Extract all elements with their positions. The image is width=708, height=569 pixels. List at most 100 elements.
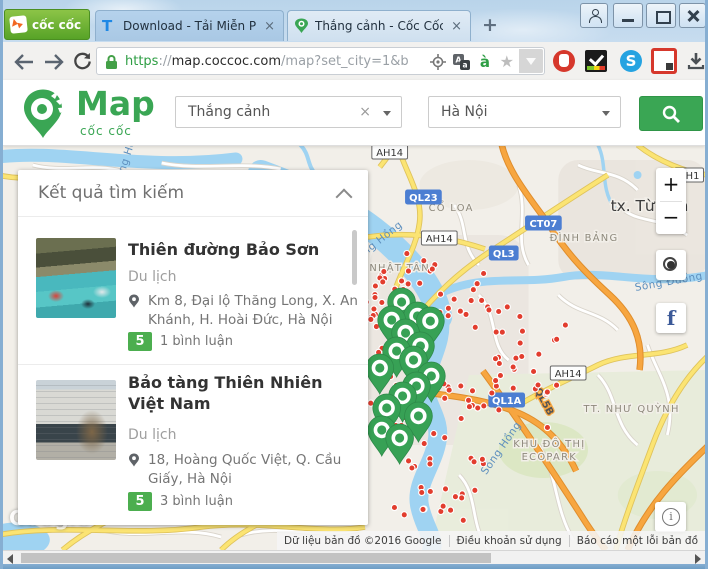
red-place-marker[interactable] <box>451 493 460 501</box>
back-button[interactable] <box>11 49 37 74</box>
red-place-marker[interactable] <box>561 321 570 329</box>
result-thumbnail[interactable] <box>36 380 116 460</box>
red-place-marker[interactable] <box>470 458 478 466</box>
city-dropdown-caret-icon[interactable] <box>602 111 610 116</box>
review-count[interactable]: 1 bình luận <box>160 332 233 351</box>
map-info-button[interactable]: i <box>655 502 686 532</box>
facebook-share-button[interactable]: f <box>656 303 686 333</box>
collapse-panel-chevron-icon[interactable] <box>335 188 353 206</box>
red-place-marker[interactable] <box>552 381 561 389</box>
search-dropdown-caret-icon[interactable] <box>383 111 391 116</box>
red-place-marker[interactable] <box>441 485 450 493</box>
clear-search-icon[interactable]: × <box>359 104 371 120</box>
terms-of-use-link[interactable]: Điều khoản sử dụng <box>450 535 569 547</box>
red-place-marker[interactable] <box>465 403 474 411</box>
red-place-marker[interactable] <box>404 267 413 275</box>
red-place-marker[interactable] <box>416 279 424 287</box>
downloads-button[interactable] <box>683 48 705 74</box>
red-place-marker[interactable] <box>498 328 506 336</box>
tab-download[interactable]: T Download - Tải Miễn Phí V × <box>95 10 284 41</box>
red-place-marker[interactable] <box>404 280 412 288</box>
red-place-marker[interactable] <box>457 382 465 390</box>
maximize-button[interactable] <box>646 3 676 28</box>
search-input[interactable]: Thắng cảnh × <box>175 96 402 128</box>
red-place-marker[interactable] <box>518 327 527 335</box>
red-place-marker[interactable] <box>367 315 375 324</box>
minimize-button[interactable] <box>613 3 643 28</box>
red-place-marker[interactable] <box>426 460 434 468</box>
panel-scrollbar-thumb[interactable] <box>352 230 357 285</box>
red-place-marker[interactable] <box>468 387 477 395</box>
map-canvas[interactable]: CỔ LOA ĐÌNH BẢNG NHẬT TÂN TT. NHƯ QUỲNH KHU … <box>3 145 705 550</box>
red-place-marker[interactable] <box>543 423 552 432</box>
result-title[interactable]: Thiên đường Bảo Sơn <box>128 240 346 261</box>
red-place-marker[interactable] <box>491 376 500 385</box>
red-place-marker[interactable] <box>492 328 500 336</box>
red-place-marker[interactable] <box>459 516 467 524</box>
red-place-marker[interactable] <box>518 352 526 361</box>
url-text[interactable]: https://map.coccoc.com/map?set_city=1&b <box>125 54 409 69</box>
red-place-marker[interactable] <box>450 295 458 303</box>
scroll-left-arrow-icon[interactable] <box>7 554 13 564</box>
red-place-marker[interactable] <box>378 298 386 307</box>
red-place-marker[interactable] <box>436 290 445 298</box>
forward-button[interactable] <box>41 49 67 74</box>
red-place-marker[interactable] <box>467 296 475 305</box>
red-place-marker[interactable] <box>400 511 408 519</box>
red-place-marker[interactable] <box>457 414 465 423</box>
red-place-marker[interactable] <box>512 354 520 362</box>
red-place-marker[interactable] <box>473 280 481 288</box>
red-place-marker[interactable] <box>478 455 487 463</box>
red-place-marker[interactable] <box>534 381 542 389</box>
red-place-marker[interactable] <box>495 307 503 316</box>
adblock-extension-button[interactable] <box>551 48 577 74</box>
red-place-marker[interactable] <box>428 265 436 273</box>
red-place-marker[interactable] <box>543 388 551 396</box>
red-place-marker[interactable] <box>496 371 505 380</box>
red-place-marker[interactable] <box>485 306 493 314</box>
red-place-marker[interactable] <box>474 404 482 412</box>
red-place-marker[interactable] <box>535 350 543 358</box>
red-place-marker[interactable] <box>439 502 447 510</box>
red-place-marker[interactable] <box>495 359 503 368</box>
red-place-marker[interactable] <box>495 406 503 414</box>
red-place-marker[interactable] <box>516 339 524 347</box>
red-place-marker[interactable] <box>480 402 488 410</box>
red-place-marker[interactable] <box>404 457 413 465</box>
city-input[interactable]: Hà Nội <box>428 96 621 128</box>
red-place-marker[interactable] <box>503 303 511 311</box>
red-place-marker[interactable] <box>462 310 470 319</box>
red-place-marker[interactable] <box>371 293 379 302</box>
profile-button[interactable] <box>580 3 608 28</box>
red-place-marker[interactable] <box>464 396 473 404</box>
red-place-marker[interactable] <box>420 439 428 448</box>
horizontal-scrollbar[interactable] <box>3 550 705 564</box>
red-place-marker[interactable] <box>509 384 517 392</box>
red-place-marker[interactable] <box>370 305 378 313</box>
my-location-button[interactable] <box>656 250 686 280</box>
red-place-marker[interactable] <box>380 267 388 276</box>
red-place-marker[interactable] <box>441 434 449 442</box>
red-place-marker[interactable] <box>419 505 427 514</box>
browser-menu-button[interactable]: cốc cốc <box>4 9 90 40</box>
bookmark-star-icon[interactable]: ★ <box>500 52 514 71</box>
result-thumbnail[interactable] <box>36 238 116 318</box>
save-dropdown-button[interactable] <box>519 49 543 73</box>
red-place-marker[interactable] <box>456 307 465 315</box>
close-button[interactable] <box>679 3 705 28</box>
red-place-marker[interactable] <box>458 494 466 502</box>
red-place-marker[interactable] <box>445 386 453 394</box>
zoom-in-button[interactable]: + <box>656 168 686 201</box>
red-place-marker[interactable] <box>444 304 453 312</box>
search-button[interactable] <box>639 96 703 131</box>
red-place-marker[interactable] <box>509 363 517 371</box>
tab-close-icon[interactable]: × <box>449 19 464 34</box>
red-place-marker[interactable] <box>403 249 411 258</box>
review-count[interactable]: 3 bình luận <box>160 492 233 511</box>
red-place-marker[interactable] <box>379 278 387 286</box>
red-place-marker[interactable] <box>397 277 406 285</box>
tab-close-icon[interactable]: × <box>262 19 277 34</box>
scroll-right-arrow-icon[interactable] <box>695 554 701 564</box>
vietnamese-input-icon[interactable]: à <box>480 53 490 71</box>
report-map-error-link[interactable]: Báo cáo một lỗi bản đồ <box>570 535 705 547</box>
